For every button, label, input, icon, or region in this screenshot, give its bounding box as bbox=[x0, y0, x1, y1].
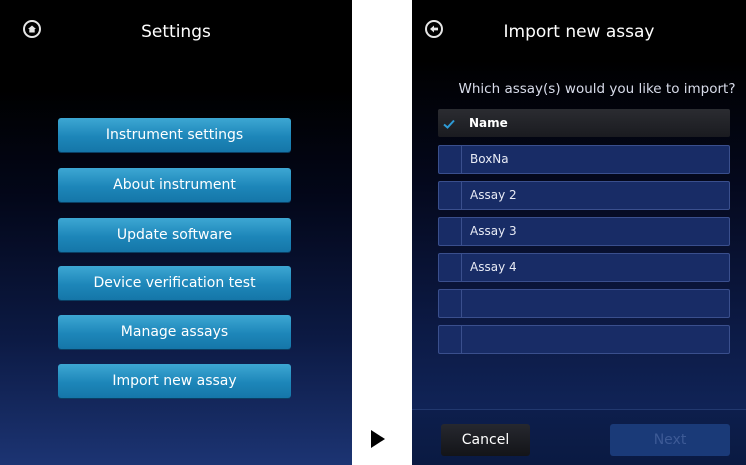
assay-name: Assay 2 bbox=[470, 188, 517, 202]
device-verification-test-button[interactable]: Device verification test bbox=[58, 266, 291, 300]
checkmark-icon bbox=[443, 114, 455, 133]
page-title: Settings bbox=[141, 22, 211, 42]
instrument-settings-button[interactable]: Instrument settings bbox=[58, 118, 291, 152]
about-instrument-button[interactable]: About instrument bbox=[58, 168, 291, 202]
next-button[interactable]: Next bbox=[610, 424, 730, 456]
row-checkbox[interactable] bbox=[439, 254, 462, 281]
row-checkbox[interactable] bbox=[439, 146, 462, 173]
assay-row-assay-3[interactable]: Assay 3 bbox=[438, 217, 730, 246]
import-assay-screen: Import new assay Which assay(s) would yo… bbox=[412, 0, 746, 465]
assay-row-assay-4[interactable]: Assay 4 bbox=[438, 253, 730, 282]
update-software-button[interactable]: Update software bbox=[58, 218, 291, 252]
row-checkbox[interactable] bbox=[439, 218, 462, 245]
row-checkbox[interactable] bbox=[439, 182, 462, 209]
name-column-header: Name bbox=[469, 116, 508, 130]
assay-row-boxna[interactable]: BoxNa bbox=[438, 145, 730, 174]
import-new-assay-button[interactable]: Import new assay bbox=[58, 364, 291, 398]
row-checkbox bbox=[439, 290, 462, 317]
row-checkbox bbox=[439, 326, 462, 353]
assay-row-assay-2[interactable]: Assay 2 bbox=[438, 181, 730, 210]
assay-row-empty bbox=[438, 289, 730, 318]
manage-assays-button[interactable]: Manage assays bbox=[58, 315, 291, 349]
table-header: Name bbox=[438, 109, 730, 137]
import-question: Which assay(s) would you like to import? bbox=[458, 81, 736, 97]
cancel-button[interactable]: Cancel bbox=[441, 424, 530, 456]
page-title: Import new assay bbox=[503, 22, 655, 42]
assay-name: Assay 4 bbox=[470, 260, 517, 274]
select-all-checkbox[interactable] bbox=[438, 109, 460, 137]
settings-screen: Settings Instrument settings About instr… bbox=[0, 0, 352, 465]
play-arrow-icon bbox=[370, 429, 386, 453]
assay-name: BoxNa bbox=[470, 152, 509, 166]
bottom-action-bar: Cancel Next bbox=[412, 409, 746, 465]
assay-row-empty bbox=[438, 325, 730, 354]
assay-name: Assay 3 bbox=[470, 224, 517, 238]
